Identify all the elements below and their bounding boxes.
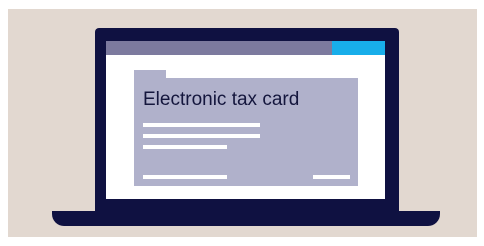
browser-top-bar — [106, 41, 332, 55]
placeholder-footer-line — [143, 175, 227, 179]
laptop-base — [52, 211, 440, 226]
tax-card-title: Electronic tax card — [143, 89, 300, 110]
placeholder-text-line — [143, 145, 227, 149]
placeholder-footer-line — [313, 175, 350, 179]
top-bar-button[interactable] — [332, 41, 385, 55]
placeholder-text-line — [143, 123, 260, 127]
placeholder-text-line — [143, 134, 260, 138]
